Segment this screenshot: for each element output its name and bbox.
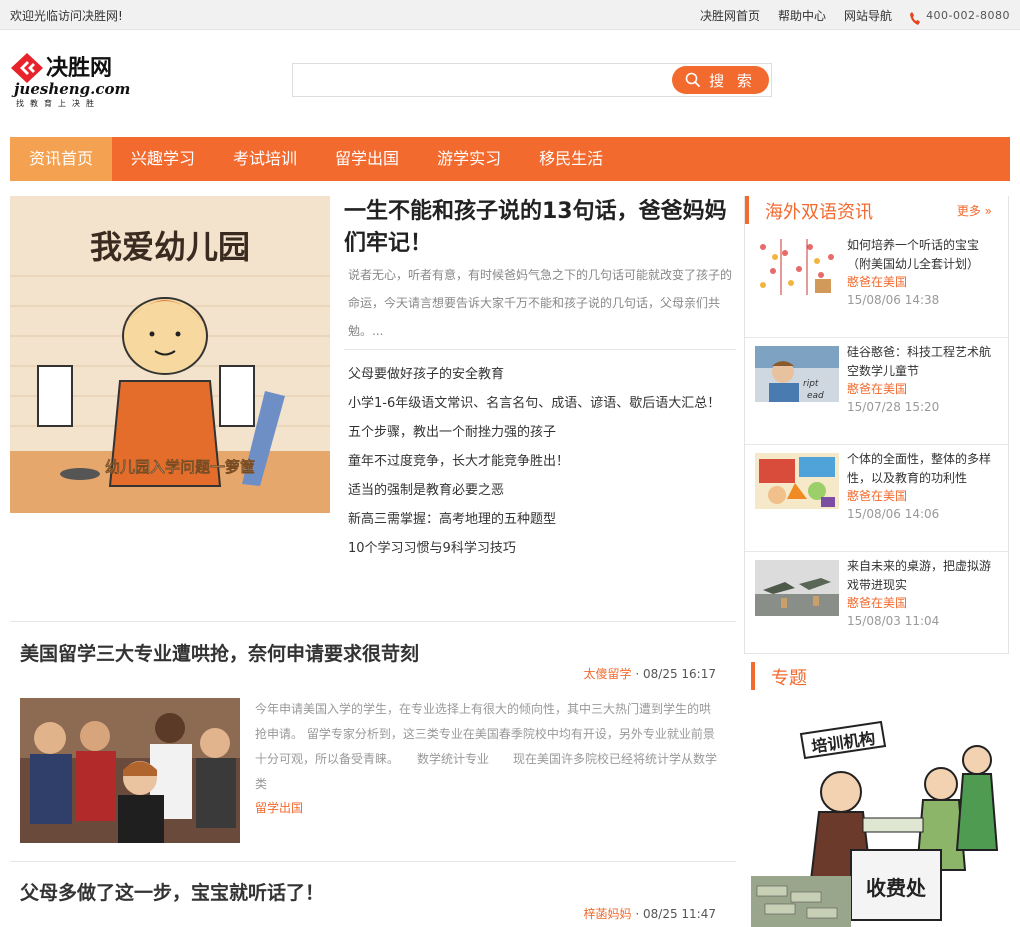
- article-meta: 太傻留学 · 08/25 16:17: [584, 665, 716, 682]
- article-divider: [10, 621, 736, 622]
- side-item-source[interactable]: 憨爸在美国: [847, 487, 907, 504]
- logo-slogan: 找教育上决胜: [16, 99, 100, 108]
- home-link[interactable]: 决胜网首页: [700, 7, 760, 24]
- list-item[interactable]: 适当的强制是教育必要之恶: [348, 476, 736, 505]
- list-item[interactable]: ript ead 硅谷憨爸：科技工程艺术航空数学儿童节 憨爸在美国 15/07/…: [745, 338, 1008, 445]
- double-chevron-right-icon: »: [984, 204, 992, 218]
- side-item-title: 如何培养一个听话的宝宝（附美国幼儿全套计划）: [847, 238, 980, 271]
- article-date: · 08/25 16:17: [635, 667, 716, 681]
- featured-summary: 说者无心，听者有意，有时候爸妈气急之下的几句话可能就改变了孩子的命运，今天请言想…: [348, 268, 733, 338]
- nav-immigration[interactable]: 移民生活: [520, 137, 622, 181]
- side-item-time: 15/08/06 14:38: [847, 293, 940, 307]
- topic-header: 专题: [751, 662, 1001, 690]
- nav-news-home[interactable]: 资讯首页: [10, 137, 113, 181]
- list-item[interactable]: 新高三需掌握：高考地理的五种题型: [348, 505, 736, 534]
- top-bar: 欢迎光临访问决胜网! 决胜网首页 帮助中心 网站导航 400-002-8080: [0, 0, 1020, 30]
- list-item[interactable]: 父母要做好孩子的安全教育: [348, 360, 736, 389]
- article-author[interactable]: 太傻留学: [584, 667, 632, 681]
- sidebar-news-panel: 海外双语资讯 更多 » 如何培养一个听话的宝宝（附美国幼儿全套计划） 憨爸在美国…: [744, 196, 1009, 654]
- list-item[interactable]: 来自未来的桌游，把虚拟游戏带进现实 憨爸在美国 15/08/03 11:04: [745, 552, 1008, 659]
- welcome-text: 欢迎光临访问决胜网!: [10, 9, 123, 23]
- side-thumbnail: ript ead: [755, 346, 839, 402]
- nav-study-abroad[interactable]: 留学出国: [316, 137, 418, 181]
- phone-icon: [910, 12, 921, 25]
- list-item[interactable]: 如何培养一个听话的宝宝（附美国幼儿全套计划） 憨爸在美国 15/08/06 14…: [745, 231, 1008, 338]
- nav-exam-training[interactable]: 考试培训: [214, 137, 316, 181]
- featured-title[interactable]: 一生不能和孩子说的13句话，爸爸妈妈们牢记！: [344, 196, 736, 260]
- side-thumbnail: [755, 560, 839, 616]
- nav-interest-learning[interactable]: 兴趣学习: [112, 137, 214, 181]
- side-thumbnail: [755, 239, 839, 295]
- sidebar-header: 海外双语资讯 更多 »: [745, 196, 1010, 224]
- side-thumbnail: [755, 453, 839, 509]
- phone-contact: 400-002-8080: [910, 6, 1010, 25]
- featured-image-text: 我爱幼儿园: [90, 228, 250, 266]
- search-icon: [685, 72, 701, 88]
- top-links: 决胜网首页 帮助中心 网站导航 400-002-8080: [682, 6, 1010, 25]
- svg-text:ript: ript: [803, 379, 819, 389]
- help-center-link[interactable]: 帮助中心: [778, 7, 826, 24]
- side-item-source[interactable]: 憨爸在美国: [847, 380, 907, 397]
- main-nav: 资讯首页 兴趣学习 考试培训 留学出国 游学实习 移民生活: [10, 137, 1010, 181]
- side-item-source[interactable]: 憨爸在美国: [847, 594, 907, 611]
- search-input[interactable]: [301, 68, 671, 92]
- side-item-time: 15/08/03 11:04: [847, 614, 940, 628]
- list-item[interactable]: 10个学习习惯与9科学习技巧: [348, 534, 736, 563]
- logo-brand: 决胜网: [46, 56, 113, 81]
- featured-image[interactable]: 我爱幼儿园 幼儿园入学问题一箩筐: [10, 196, 330, 513]
- sidebar-title: 海外双语资讯: [765, 202, 873, 223]
- list-item[interactable]: 小学1-6年级语文常识、名言名句、成语、谚语、歇后语大汇总！: [348, 389, 736, 418]
- article-author[interactable]: 梓菡妈妈: [584, 907, 632, 921]
- search-button-label: 搜 索: [709, 71, 756, 90]
- svg-text:ead: ead: [807, 391, 824, 401]
- article-excerpt: 今年申请美国入学的学生，在专业选择上有很大的倾向性，其中三大热门遭到学生的哄抢申…: [255, 702, 718, 791]
- article-item: 父母多做了这一步，宝宝就听话了！ 梓菡妈妈 · 08/25 11:47: [10, 861, 736, 927]
- topic-banner-image[interactable]: 培训机构 收费处: [751, 700, 1001, 927]
- more-label: 更多: [956, 204, 981, 218]
- topic-desk-text: 收费处: [866, 876, 927, 900]
- featured-link-list: 父母要做好孩子的安全教育 小学1-6年级语文常识、名言名句、成语、谚语、歇后语大…: [348, 360, 736, 563]
- side-item-source[interactable]: 憨爸在美国: [847, 273, 907, 290]
- article-title[interactable]: 父母多做了这一步，宝宝就听话了！: [20, 878, 324, 905]
- side-item-time: 15/07/28 15:20: [847, 400, 940, 414]
- topic-title: 专题: [771, 668, 807, 689]
- article-title[interactable]: 美国留学三大专业遭哄抢，奈何申请要求很苛刻: [20, 639, 419, 666]
- side-item-time: 15/08/06 14:06: [847, 507, 940, 521]
- article-item: 美国留学三大专业遭哄抢，奈何申请要求很苛刻 太傻留学 · 08/25 16:17…: [10, 621, 736, 861]
- site-nav-link[interactable]: 网站导航: [844, 7, 892, 24]
- phone-number: 400-002-8080: [926, 9, 1010, 22]
- list-item[interactable]: 五个步骤，教出一个耐挫力强的孩子: [348, 418, 736, 447]
- search-button[interactable]: 搜 索: [672, 66, 769, 94]
- side-item-title: 个体的全面性，整体的多样性，以及教育的功利性: [847, 452, 992, 485]
- list-item[interactable]: 童年不过度竞争，长大才能竞争胜出！: [348, 447, 736, 476]
- article-divider: [10, 861, 736, 862]
- side-item-title: 硅谷憨爸：科技工程艺术航空数学儿童节: [847, 345, 992, 378]
- featured-image-caption: 幼儿园入学问题一箩筐: [105, 458, 255, 476]
- side-item-title: 来自未来的桌游，把虚拟游戏带进现实: [847, 559, 992, 592]
- article-thumbnail[interactable]: [20, 698, 240, 843]
- more-link[interactable]: 更多 »: [957, 202, 992, 219]
- article-meta: 梓菡妈妈 · 08/25 11:47: [584, 905, 716, 922]
- logo-domain: juesheng.com: [14, 80, 131, 98]
- article-date: · 08/25 11:47: [635, 907, 716, 921]
- list-item[interactable]: 个体的全面性，整体的多样性，以及教育的功利性 憨爸在美国 15/08/06 14…: [745, 445, 1008, 552]
- search-box: 搜 索: [292, 63, 772, 97]
- nav-study-tour[interactable]: 游学实习: [418, 137, 520, 181]
- featured-divider: [344, 349, 736, 350]
- site-logo[interactable]: 决胜网 juesheng.com 找教育上决胜: [10, 50, 130, 112]
- article-category-tag[interactable]: 留学出国: [255, 799, 303, 816]
